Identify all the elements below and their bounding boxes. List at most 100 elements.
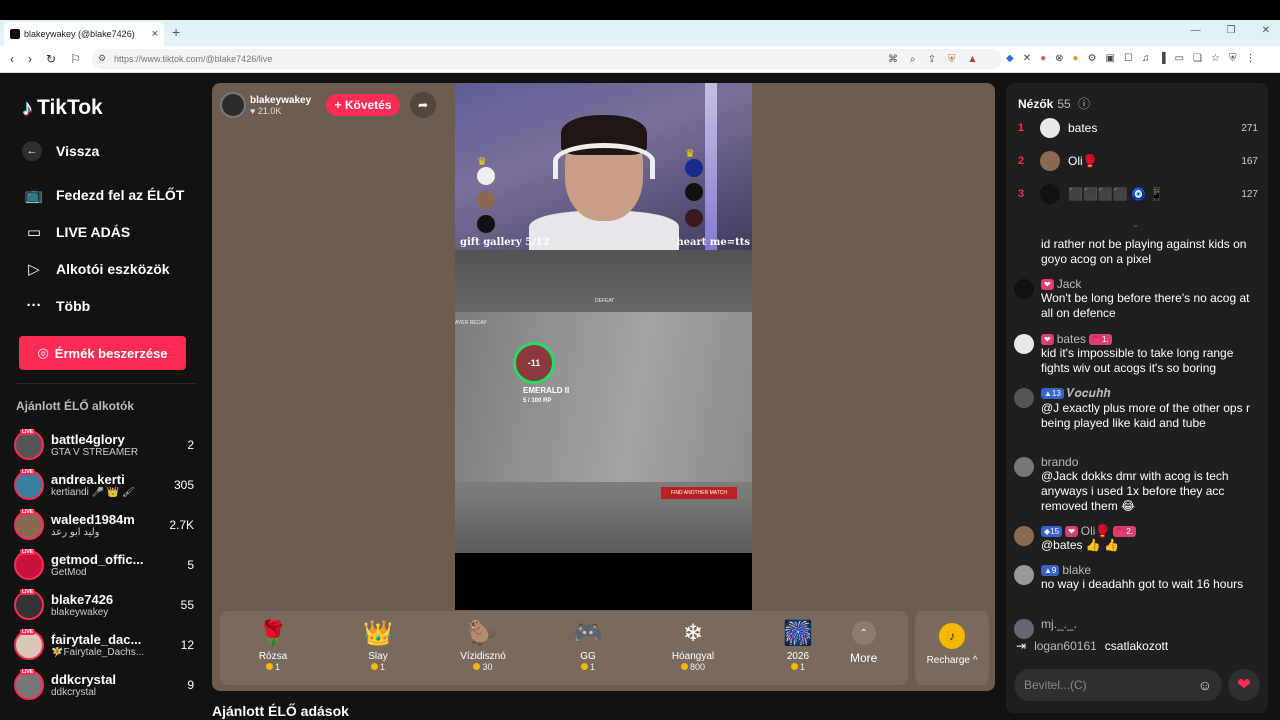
chat-username[interactable]: bates bbox=[1057, 332, 1086, 346]
nav-go-live[interactable]: ▭ LIVE ADÁS bbox=[24, 223, 130, 241]
chat-username[interactable]: Oli🥊 bbox=[1081, 524, 1111, 538]
wallet-icon[interactable]: ▭ bbox=[1175, 53, 1184, 64]
back-button[interactable]: ← Vissza bbox=[22, 141, 99, 161]
viewer-score: 271 bbox=[1241, 122, 1258, 134]
joined-username[interactable]: logan60161 bbox=[1034, 639, 1097, 653]
host-name[interactable]: blakeywakey⁠ bbox=[250, 95, 311, 106]
chat-username[interactable]: blake bbox=[1062, 563, 1091, 577]
chevron-down-icon[interactable]: ⌄ bbox=[1132, 219, 1140, 230]
zoom-icon[interactable]: ⌕ bbox=[910, 54, 916, 65]
creator-item[interactable]: LIVE battle4glory GTA V STREAMER 2 bbox=[14, 427, 194, 463]
creator-tools-icon: ▷ bbox=[28, 261, 40, 278]
info-icon[interactable]: ⓘ bbox=[1078, 97, 1090, 111]
favorites-icon[interactable]: ☆ bbox=[1211, 53, 1220, 64]
chat-avatar[interactable] bbox=[1014, 388, 1034, 408]
site-info-icon[interactable]: ⚙ bbox=[98, 53, 106, 64]
address-bar-row: ‹ › ↻ ⚐ ⚙ https://www.tiktok.com/@blake7… bbox=[0, 46, 1280, 73]
extension-icon[interactable]: ⚙ bbox=[1088, 53, 1097, 64]
gift-item[interactable]: 👑 Slay 1 bbox=[333, 619, 423, 672]
close-window-icon[interactable]: ✕ bbox=[1262, 25, 1270, 36]
creator-item[interactable]: LIVE andrea.kerti kertiandi 🎤 👑 🖌 305 bbox=[14, 467, 194, 503]
creator-item[interactable]: LIVE waleed1984m وليد ابو رعد 2.7K bbox=[14, 507, 194, 543]
gift-item[interactable]: ❄ Hóangyal 800 bbox=[648, 619, 738, 672]
host-info[interactable]: blakeywakey⁠ ♥ 21.0K bbox=[220, 91, 311, 119]
gift-item[interactable]: 🎆 2026 1 bbox=[753, 619, 843, 672]
nav-creator-tools[interactable]: ▷ Alkotói eszközök bbox=[24, 260, 169, 278]
follow-button[interactable]: + Követés bbox=[326, 94, 400, 116]
top-viewer[interactable]: 2 Oli🥊 167 bbox=[1018, 150, 1258, 172]
share-page-icon[interactable]: ⇪ bbox=[928, 54, 936, 65]
extension-icon[interactable]: ⊗ bbox=[1055, 53, 1063, 64]
extension-icon[interactable]: ☐ bbox=[1124, 53, 1133, 64]
gift-price: 1 bbox=[543, 662, 633, 672]
share-icon[interactable]: ➦ bbox=[410, 92, 436, 118]
gift-item[interactable]: 🌹 Rózsa 1 bbox=[228, 619, 318, 672]
extension-icon[interactable]: ✕ bbox=[1023, 53, 1031, 64]
shield-icon[interactable]: ⛨ bbox=[948, 54, 956, 65]
maximize-icon[interactable]: ❐ bbox=[1227, 25, 1236, 36]
url-field[interactable]: ⚙ https://www.tiktok.com/@blake7426/live bbox=[92, 49, 1002, 69]
viewer-score: 127 bbox=[1241, 188, 1258, 200]
price-value: 1 bbox=[589, 662, 595, 672]
music-icon[interactable]: ♫ bbox=[1142, 53, 1150, 64]
chat-username[interactable]: 𝑽𝒐𝒄𝒖𝒉𝒉 bbox=[1067, 386, 1111, 401]
coin-icon bbox=[790, 663, 798, 670]
new-tab-button[interactable]: + bbox=[172, 24, 180, 40]
extension-icon[interactable]: ● bbox=[1073, 53, 1079, 64]
tab-close-icon[interactable]: × bbox=[152, 28, 158, 40]
reload-icon[interactable]: ↻ bbox=[46, 52, 56, 66]
chat-avatar[interactable] bbox=[1014, 279, 1034, 299]
creator-item[interactable]: LIVE ddkcrystal ddkcrystal 9 bbox=[14, 667, 194, 703]
nav-more[interactable]: ··· Több bbox=[24, 297, 91, 314]
browser-tab[interactable]: blakeywakey⁠ (@blake7426) × bbox=[4, 22, 164, 46]
more-dots-icon: ··· bbox=[26, 297, 42, 314]
extension-icon[interactable]: ▣ bbox=[1106, 53, 1115, 64]
like-heart-button[interactable]: ❤ bbox=[1228, 669, 1260, 701]
chat-username[interactable]: Jack bbox=[1057, 277, 1082, 291]
back-arrow-icon[interactable]: ‹ bbox=[10, 52, 14, 66]
nav-explore-live[interactable]: 📺 Fedezd fel az ÉLŐT bbox=[24, 186, 185, 204]
emoji-icon[interactable]: ☺ bbox=[1198, 677, 1212, 693]
viewers-header[interactable]: Nézők 55 ⓘ bbox=[1018, 95, 1090, 112]
chat-avatar[interactable] bbox=[1014, 457, 1034, 477]
creator-item[interactable]: LIVE getmod_offic... GetMod 5 bbox=[14, 547, 194, 583]
sidebar-icon[interactable]: ▐ bbox=[1158, 53, 1165, 64]
creator-sub: وليد ابو رعد bbox=[51, 527, 100, 538]
menu-dots-icon[interactable]: ⋮ bbox=[1245, 53, 1255, 64]
extension-icon[interactable]: ● bbox=[1040, 53, 1046, 64]
chat-avatar[interactable] bbox=[1014, 334, 1034, 354]
viewer-rank: 1 bbox=[1018, 122, 1025, 134]
chat-username[interactable]: brando bbox=[1041, 455, 1078, 469]
chat-username[interactable]: mj._._. bbox=[1041, 617, 1077, 631]
security-icon[interactable]: ⛨ bbox=[1229, 53, 1237, 64]
viewer-name: Oli🥊 bbox=[1068, 154, 1098, 168]
live-video[interactable]: ♛ ♛ gift gallery 5/12 heart me=tts DEFEA… bbox=[455, 83, 752, 610]
chat-input[interactable] bbox=[1024, 678, 1198, 692]
minimize-icon[interactable]: — bbox=[1191, 25, 1201, 36]
gifter-avatar bbox=[685, 183, 703, 201]
forward-arrow-icon[interactable]: › bbox=[28, 52, 32, 66]
translate-icon[interactable]: ⌘ bbox=[888, 54, 898, 65]
collections-icon[interactable]: ❏ bbox=[1193, 53, 1202, 64]
chat-avatar[interactable] bbox=[1014, 526, 1034, 546]
top-viewer[interactable]: 1 bates 271 bbox=[1018, 117, 1258, 139]
chat-message: mj._._. bbox=[1014, 617, 1260, 639]
get-coins-button[interactable]: ◎ Érmék beszerzése bbox=[19, 336, 186, 370]
triangle-icon[interactable]: ▲ bbox=[968, 54, 978, 65]
coin-icon bbox=[265, 663, 273, 670]
extension-icon[interactable]: ◆ bbox=[1006, 53, 1014, 64]
more-gifts-button[interactable]: ⌃ More bbox=[850, 621, 877, 665]
chat-avatar[interactable] bbox=[1014, 619, 1034, 639]
creator-item[interactable]: LIVE fairytale_dac... 🧚Fairytale_Dachs...… bbox=[14, 627, 194, 663]
creator-item[interactable]: LIVE blake7426 blakeywakey⁠ 55 bbox=[14, 587, 194, 623]
viewer-name: bates bbox=[1068, 121, 1098, 135]
recharge-button[interactable]: ♪ Recharge ^ bbox=[915, 611, 989, 685]
chat-avatar[interactable] bbox=[1014, 565, 1034, 585]
tiktok-logo[interactable]: ♪ TikTok bbox=[22, 95, 103, 121]
gift-item[interactable]: 🎮 GG 1 bbox=[543, 619, 633, 672]
top-viewer[interactable]: 3 ⬛⬛⬛⬛ 🧿 📱 127 bbox=[1018, 183, 1258, 205]
host-avatar[interactable] bbox=[220, 92, 246, 118]
bookmark-icon[interactable]: ⚐ bbox=[70, 52, 81, 66]
gift-item[interactable]: 🦫 Vízidisznó 30 bbox=[438, 619, 528, 672]
coin-icon: ◎ bbox=[37, 345, 49, 360]
